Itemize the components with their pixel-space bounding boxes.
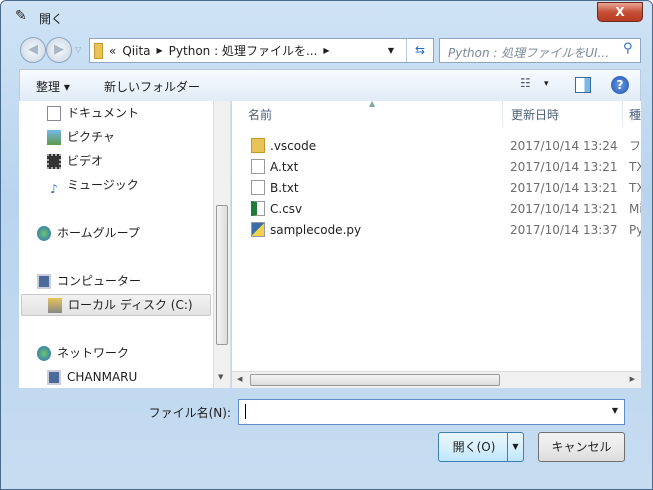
window-title: 開く [39, 12, 64, 26]
back-button[interactable]: ◀ [20, 37, 46, 63]
open-file-dialog: ✎ 開く X ◀ ▶ ▽ « Qiita ▶ Python : 処理ファイルを.… [0, 0, 653, 490]
breadcrumb-qiita[interactable]: Qiita [122, 44, 150, 58]
document-icon [47, 105, 61, 121]
sidebar-item-label: ネットワーク [57, 346, 130, 360]
homegroup-icon [37, 225, 51, 241]
view-list-icon[interactable]: ☷ [520, 76, 531, 90]
file-list: ▲ 名前 更新日時 種 .vscode 2017/10/14 13:24 フ A… [232, 101, 641, 388]
address-dropdown[interactable]: ▼ [388, 46, 400, 55]
address-bar[interactable]: « Qiita ▶ Python : 処理ファイルを... ▶ ▼ ⇆ [89, 38, 434, 63]
folder-icon [94, 42, 103, 59]
sidebar-item-label: ホームグループ [57, 226, 140, 240]
organize-button[interactable]: 整理 ▾ [36, 78, 70, 95]
drive-icon [48, 297, 62, 313]
file-date: 2017/10/14 13:24 [510, 139, 618, 153]
sidebar-item-pictures[interactable]: ピクチャ [47, 126, 115, 148]
sidebar-item-label: ドキュメント [67, 106, 140, 120]
search-input[interactable]: Python : 処理ファイルをUI... [439, 38, 641, 63]
file-row[interactable]: B.txt 2017/10/14 13:21 TX [232, 178, 641, 198]
feather-icon: ✎ [15, 8, 27, 24]
sidebar-item-label: ビデオ [67, 154, 104, 168]
refresh-icon[interactable]: ⇆ [406, 39, 433, 62]
navigation-pane: ドキュメント ピクチャ ビデオ ♪ ミュージック ホームグループ コンピューター … [19, 101, 231, 388]
forward-button[interactable]: ▶ [46, 37, 72, 63]
music-icon: ♪ [50, 181, 58, 196]
sidebar-item-label: ミュージック [67, 178, 139, 192]
toolbar: 整理 ▾ 新しいフォルダー ☷ ▾ ? [19, 69, 641, 101]
file-date: 2017/10/14 13:37 [510, 223, 618, 237]
file-date: 2017/10/14 13:21 [510, 160, 618, 174]
column-header-name[interactable]: 名前 [232, 101, 503, 127]
close-button[interactable]: X [597, 2, 643, 22]
sidebar-item-homegroup[interactable]: ホームグループ [37, 222, 140, 244]
sidebar-item-local-disk[interactable]: ローカル ディスク (C:) [21, 294, 211, 316]
file-name: samplecode.py [270, 223, 362, 237]
filename-label: ファイル名(N): [148, 406, 231, 420]
sidebar-item-label: コンピューター [57, 274, 142, 288]
filename-input[interactable]: ▼ [238, 399, 625, 425]
preview-pane-icon[interactable] [575, 77, 591, 93]
file-type: TX [629, 181, 641, 195]
filename-dropdown[interactable]: ▼ [612, 406, 618, 415]
excel-file-icon [251, 201, 265, 216]
sidebar-item-chanmaru[interactable]: CHANMARU [47, 366, 137, 388]
sidebar-item-label: ローカル ディスク (C:) [68, 298, 193, 312]
column-header-type[interactable]: 種 [623, 101, 641, 127]
file-row[interactable]: .vscode 2017/10/14 13:24 フ [232, 136, 641, 156]
scrollbar-thumb[interactable] [216, 205, 228, 345]
picture-icon [47, 129, 61, 145]
computer-icon [47, 369, 61, 385]
recent-pages-dropdown[interactable]: ▽ [75, 45, 81, 54]
search-icon[interactable]: ⚲ [623, 41, 633, 56]
breadcrumb-python[interactable]: Python : 処理ファイルを... [169, 42, 318, 59]
view-dropdown[interactable]: ▾ [544, 79, 549, 89]
open-button-label: 開く(O) [452, 440, 496, 454]
python-file-icon [251, 222, 265, 237]
computer-icon [37, 273, 51, 289]
file-name: C.csv [270, 202, 303, 216]
file-name: A.txt [270, 160, 299, 174]
navigation-scrollbar[interactable]: ▼ [213, 101, 230, 388]
text-file-icon [251, 180, 265, 195]
file-type: Py [629, 223, 641, 237]
network-icon [37, 345, 51, 361]
breadcrumb-overflow[interactable]: « [109, 44, 116, 58]
text-file-icon [251, 159, 265, 174]
open-button[interactable]: 開く(O) ▼ [438, 432, 524, 462]
sidebar-item-computer[interactable]: コンピューター [37, 270, 141, 292]
column-header-date[interactable]: 更新日時 [503, 101, 623, 127]
sidebar-item-documents[interactable]: ドキュメント [47, 102, 139, 124]
open-dropdown[interactable]: ▼ [507, 433, 523, 461]
file-date: 2017/10/14 13:21 [510, 181, 618, 195]
file-name: B.txt [270, 181, 299, 195]
file-date: 2017/10/14 13:21 [510, 202, 618, 216]
sidebar-item-label: CHANMARU [67, 370, 138, 384]
file-row[interactable]: A.txt 2017/10/14 13:21 TX [232, 157, 641, 177]
file-type: TX [629, 160, 641, 174]
sidebar-item-label: ピクチャ [67, 130, 115, 144]
file-type: フ [629, 139, 641, 153]
help-icon[interactable]: ? [611, 76, 629, 94]
scrollbar-thumb[interactable] [250, 374, 500, 386]
file-name: .vscode [270, 139, 317, 153]
sidebar-item-videos[interactable]: ビデオ [47, 150, 103, 172]
new-folder-button[interactable]: 新しいフォルダー [104, 78, 200, 95]
file-list-scrollbar[interactable]: ◀ ▶ [232, 371, 641, 388]
sidebar-item-music[interactable]: ♪ ミュージック [47, 174, 139, 196]
video-icon [47, 153, 61, 169]
sidebar-item-network[interactable]: ネットワーク [37, 342, 129, 364]
file-row[interactable]: samplecode.py 2017/10/14 13:37 Py [232, 220, 641, 240]
file-row[interactable]: C.csv 2017/10/14 13:21 Mi [232, 199, 641, 219]
cancel-button[interactable]: キャンセル [538, 432, 625, 462]
folder-icon [251, 138, 265, 153]
file-type: Mi [629, 202, 641, 216]
